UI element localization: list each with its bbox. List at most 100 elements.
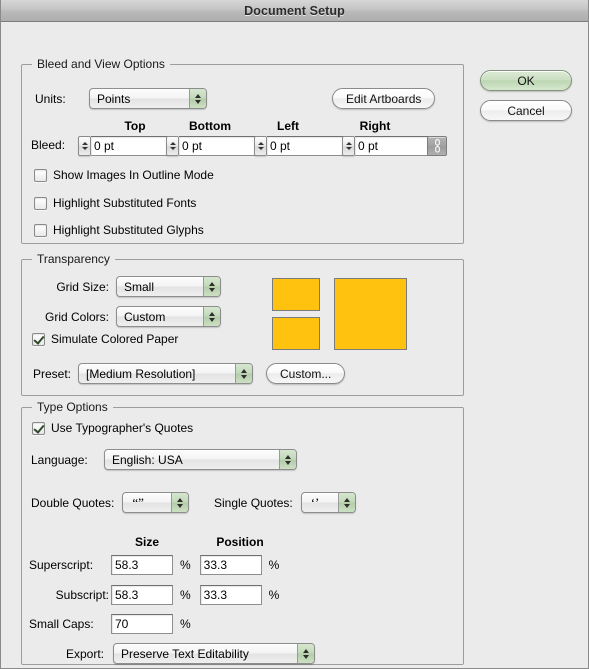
small-caps-label: Small Caps: <box>29 617 94 631</box>
transparency-title: Transparency <box>32 252 115 266</box>
superscript-position-percent: % <box>268 558 280 572</box>
export-select-value: Preserve Text Editability <box>121 646 249 661</box>
chevron-updown-icon <box>171 493 189 512</box>
dialog-titlebar: Document Setup <box>1 0 588 22</box>
checkbox-label: Use Typographer's Quotes <box>51 421 194 435</box>
preset-label: Preset: <box>32 366 71 381</box>
checkbox-box[interactable] <box>32 421 45 435</box>
transparency-grid-color-swatch-2[interactable] <box>272 317 320 350</box>
superscript-size-percent: % <box>180 558 191 572</box>
bleed-label-wrap: Bleed: <box>31 138 65 152</box>
double-quotes-select[interactable]: “” <box>122 492 190 513</box>
superscript-position-input[interactable]: 33.3 <box>199 555 262 575</box>
language-select-value: English: USA <box>112 452 183 467</box>
grid-size-select[interactable]: Small <box>116 276 221 297</box>
single-quotes-select-value: ‘’ <box>310 494 320 510</box>
subscript-position-input[interactable]: 33.3 <box>199 585 262 605</box>
ok-button[interactable]: OK <box>480 70 572 91</box>
bleed-right-input[interactable]: 0 pt <box>355 136 433 156</box>
language-select[interactable]: English: USA <box>104 449 297 470</box>
type-options-title: Type Options <box>32 400 113 414</box>
edit-artboards-button[interactable]: Edit Artboards <box>332 88 436 109</box>
bleed-top-input[interactable]: 0 pt <box>91 136 169 156</box>
small-caps-percent: % <box>180 617 191 631</box>
checkbox-box[interactable] <box>32 332 45 346</box>
document-setup-dialog: Document Setup OK Cancel Bleed and View … <box>0 0 589 669</box>
units-label: Units: <box>35 91 66 106</box>
checkbox-show-images-outline-mode[interactable]: Show Images In Outline Mode <box>34 168 214 182</box>
export-select[interactable]: Preserve Text Editability <box>113 643 315 664</box>
ok-button-label: OK <box>517 73 535 88</box>
subscript-size-percent: % <box>180 588 191 602</box>
superscript-label: Superscript: <box>29 558 94 572</box>
checkbox-simulate-colored-paper[interactable]: Simulate Colored Paper <box>32 332 178 346</box>
grid-size-label: Grid Size: <box>56 279 109 294</box>
grid-colors-select-value: Custom <box>124 309 166 324</box>
transparency-custom-button[interactable]: Custom... <box>266 363 346 384</box>
checkbox-label: Highlight Substituted Glyphs <box>53 223 204 237</box>
superscript-size-input[interactable]: 58.3 <box>111 555 173 575</box>
checkbox-use-typographers-quotes[interactable]: Use Typographer's Quotes <box>32 421 193 435</box>
chain-link-icon[interactable] <box>427 136 447 156</box>
transparency-grid-color-swatch-1[interactable] <box>272 278 320 311</box>
cancel-button[interactable]: Cancel <box>480 100 572 121</box>
dialog-content: OK Cancel Bleed and View Options Units: … <box>1 22 588 668</box>
double-quotes-row: Double Quotes: “” <box>31 492 190 513</box>
transparency-custom-label: Custom... <box>280 366 332 381</box>
checkbox-box[interactable] <box>34 168 47 182</box>
single-quotes-row: Single Quotes: ‘’ <box>214 492 356 513</box>
checkbox-label: Simulate Colored Paper <box>51 332 179 346</box>
subscript-label: Subscript: <box>55 588 109 602</box>
bleed-header-bottom: Bottom <box>189 119 231 133</box>
checkbox-label: Highlight Substituted Fonts <box>53 196 197 210</box>
bleed-left-stepper[interactable] <box>254 136 267 156</box>
checkbox-label: Show Images In Outline Mode <box>53 168 214 182</box>
grid-colors-select[interactable]: Custom <box>116 306 221 327</box>
bleed-bottom-input[interactable]: 0 pt <box>179 136 257 156</box>
preset-select[interactable]: [Medium Resolution] <box>78 363 253 384</box>
grid-size-select-value: Small <box>124 279 155 294</box>
chevron-updown-icon <box>203 307 220 326</box>
single-quotes-label: Single Quotes: <box>214 495 293 510</box>
single-quotes-select[interactable]: ‘’ <box>300 492 356 513</box>
bleed-right-stepper[interactable] <box>342 136 355 156</box>
checkbox-box[interactable] <box>34 196 47 210</box>
bleed-and-view-options-title: Bleed and View Options <box>32 57 170 71</box>
chevron-updown-icon <box>297 644 314 663</box>
grid-size-row: Grid Size: Small <box>43 276 221 297</box>
chevron-updown-icon <box>337 493 355 512</box>
bleed-right-field-group[interactable]: 0 pt <box>342 136 433 156</box>
units-select[interactable]: Points <box>89 88 207 109</box>
subscript-row: Subscript: 58.3 % 33.3 % <box>29 585 279 605</box>
subscript-position-percent: % <box>268 588 280 602</box>
small-caps-size-input[interactable]: 70 <box>111 614 173 634</box>
size-column-header: Size <box>134 535 159 549</box>
bleed-label: Bleed: <box>31 138 66 152</box>
bleed-top-field-group[interactable]: 0 pt <box>78 136 169 156</box>
bleed-header-right: Right <box>359 119 391 133</box>
units-row: Units: Points <box>35 88 207 109</box>
checkbox-highlight-substituted-glyphs[interactable]: Highlight Substituted Glyphs <box>34 223 204 237</box>
small-caps-row: Small Caps: 70 % <box>29 614 191 634</box>
bleed-left-input[interactable]: 0 pt <box>267 136 345 156</box>
double-quotes-select-value: “” <box>132 494 144 510</box>
chevron-updown-icon <box>235 364 252 383</box>
double-quotes-label: Double Quotes: <box>31 495 115 510</box>
position-column-header: Position <box>216 535 264 549</box>
bleed-top-stepper[interactable] <box>78 136 91 156</box>
bleed-left-field-group[interactable]: 0 pt <box>254 136 345 156</box>
checkbox-highlight-substituted-fonts[interactable]: Highlight Substituted Fonts <box>34 196 196 210</box>
edit-artboards-label: Edit Artboards <box>346 91 422 106</box>
bleed-header-top: Top <box>124 119 146 133</box>
bleed-bottom-stepper[interactable] <box>166 136 179 156</box>
bleed-bottom-field-group[interactable]: 0 pt <box>166 136 257 156</box>
dialog-title: Document Setup <box>244 3 345 18</box>
units-select-value: Points <box>97 91 131 106</box>
chevron-updown-icon <box>279 450 296 469</box>
checkbox-box[interactable] <box>34 223 47 237</box>
transparency-paper-color-swatch[interactable] <box>334 278 407 350</box>
subscript-size-input[interactable]: 58.3 <box>111 585 173 605</box>
grid-colors-label: Grid Colors: <box>44 309 109 324</box>
export-label: Export: <box>65 646 104 661</box>
bleed-header-left: Left <box>277 119 299 133</box>
